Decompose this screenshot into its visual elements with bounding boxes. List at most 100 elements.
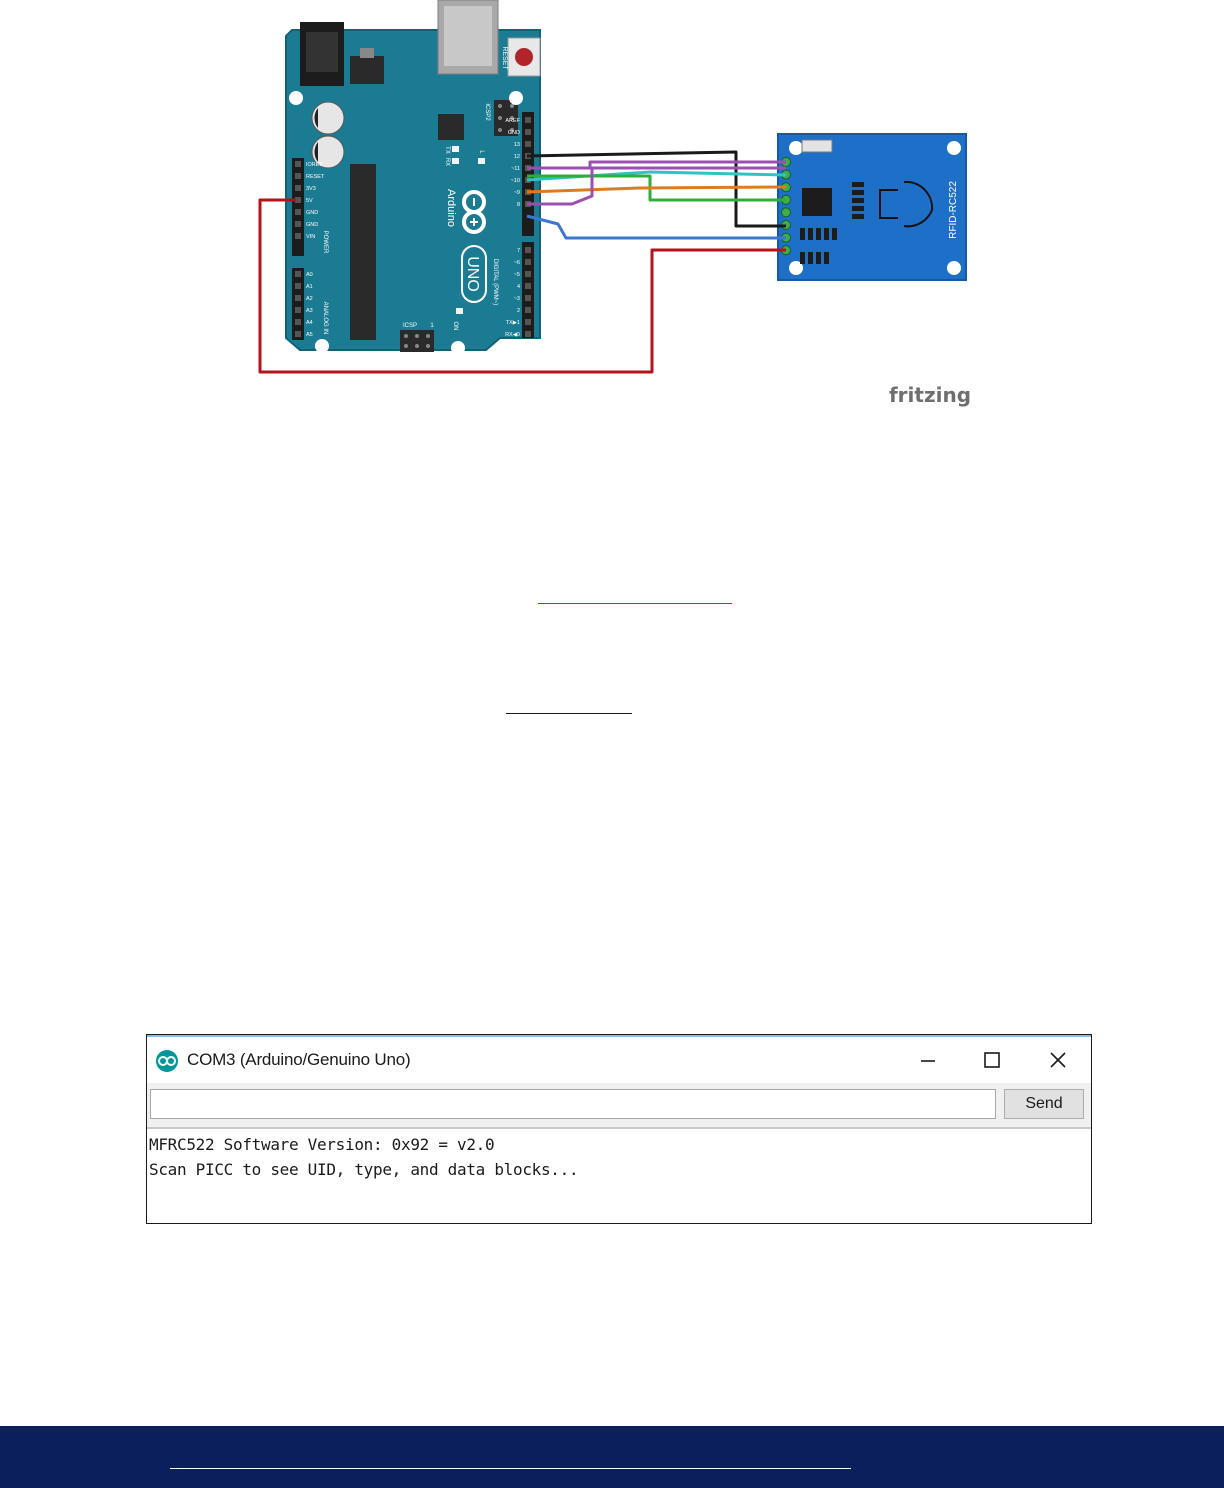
footer-link-underline[interactable] [170,1468,851,1469]
power-pin [295,173,301,179]
digital-pin-label: ~3 [514,296,520,302]
power-pin [295,161,301,167]
analog-label: ANALOG IN [322,302,328,335]
serial-output[interactable]: MFRC522 Software Version: 0x92 = v2.0 Sc… [147,1129,1091,1223]
send-button[interactable]: Send [1004,1089,1084,1119]
digital-pin [525,141,531,147]
smd-part [808,228,813,240]
digital-pin-label: 2 [517,308,520,314]
analog-pin-label: A4 [306,320,313,326]
smd-part [824,252,829,264]
digital-pin-label: 8 [517,202,520,208]
power-pin-label: RESET [306,174,325,180]
power-pin-label: IOREF [306,162,323,168]
digital-pin-label: 13 [514,142,520,148]
digital-pin-label: ~9 [514,190,520,196]
digital-pin [525,331,531,337]
on-label: ON [452,322,458,331]
rfid-label: RFID-RC522 [948,181,959,239]
digital-pin-label: GND [508,130,520,136]
smd-part [816,252,821,264]
arduino-brand: Arduino [445,189,457,227]
smd-part [816,228,821,240]
analog-pin [295,271,301,277]
analog-pin-label: A1 [306,284,313,290]
arduino-uno-board: RESET ICSP2 TX RX L Arduino UNO DIGITAL … [285,0,541,355]
power-pin-label: 3V3 [306,186,316,192]
digital-pin-label: TX▶1 [506,320,520,326]
digital-pin [525,271,531,277]
smd-part [852,206,864,211]
power-pin [295,233,301,239]
digital-label: DIGITAL (PWM~) [492,259,498,306]
serial-monitor-titlebar: COM3 (Arduino/Genuino Uno) [147,1035,1091,1083]
digital-pin-label: RX◀0 [505,332,520,338]
arduino-app-icon [156,1050,178,1072]
digital-pin-label: ~6 [514,260,520,266]
smd-part [800,252,805,264]
serial-input[interactable] [150,1089,996,1119]
power-pin-label: VIN [306,234,315,240]
icsp2-label: ICSP2 [484,103,490,121]
rx-label: RX [444,158,450,166]
close-icon [1050,1052,1066,1068]
minimize-icon [921,1060,935,1062]
analog-pin-label: A5 [306,332,313,338]
digital-pin-label: 12 [514,154,520,160]
digital-pin [525,307,531,313]
uno-label: UNO [464,256,481,292]
digital-pin-label: ~10 [511,178,520,184]
smd-part [808,252,813,264]
digital-pin-label: 4 [517,284,520,290]
smd-part [852,190,864,195]
smd-part [852,182,864,187]
digital-pin [525,129,531,135]
maximize-button[interactable] [971,1043,1013,1077]
smd-part [852,198,864,203]
rfid-rc522-module: RFID-RC522 [777,133,967,281]
icsp-label: ICSP [403,323,417,329]
analog-pin [295,283,301,289]
power-header [292,158,304,256]
digital-pin [525,319,531,325]
serial-toolbar: Send [147,1083,1091,1129]
output-line: MFRC522 Software Version: 0x92 = v2.0 [149,1135,495,1154]
output-line: Scan PICC to see UID, type, and data blo… [149,1160,579,1179]
wiring-diagram: RESET ICSP2 TX RX L Arduino UNO DIGITAL … [258,0,971,407]
analog-header [292,268,304,340]
link-underline-2[interactable] [506,713,632,714]
smd-part [832,228,837,240]
analog-pin [295,331,301,337]
analog-pin-label: A2 [306,296,313,302]
digital-pin-label: ~11 [511,166,520,172]
wire-d11 [526,185,787,194]
close-button[interactable] [1037,1043,1079,1077]
power-label: POWER [322,231,328,254]
digital-pin-label: AREF [505,118,520,124]
serial-monitor-window: COM3 (Arduino/Genuino Uno) Send MFRC522 … [146,1034,1092,1224]
digital-pin [525,247,531,253]
footer-band [0,1426,1224,1488]
power-pin-label: GND [306,210,318,216]
digital-pin-label: 7 [517,248,520,254]
analog-pin [295,307,301,313]
digital-pin [525,117,531,123]
smd-part [852,214,864,219]
analog-pin-label: A3 [306,308,313,314]
power-pin [295,221,301,227]
atmega-chip [350,164,376,340]
digital-pin [525,295,531,301]
power-pin-label: GND [306,222,318,228]
maximize-icon [984,1052,1000,1068]
digital-pin [525,283,531,289]
link-underline[interactable] [538,603,732,604]
smd-part [800,228,805,240]
window-title: COM3 (Arduino/Genuino Uno) [187,1050,411,1069]
smd-part [824,228,829,240]
minimize-button[interactable] [907,1043,949,1077]
analog-pin-label: A0 [306,272,313,278]
digital-pin [525,259,531,265]
rfid-pin [781,207,791,218]
power-pin [295,209,301,215]
tx-label: TX [444,146,450,154]
